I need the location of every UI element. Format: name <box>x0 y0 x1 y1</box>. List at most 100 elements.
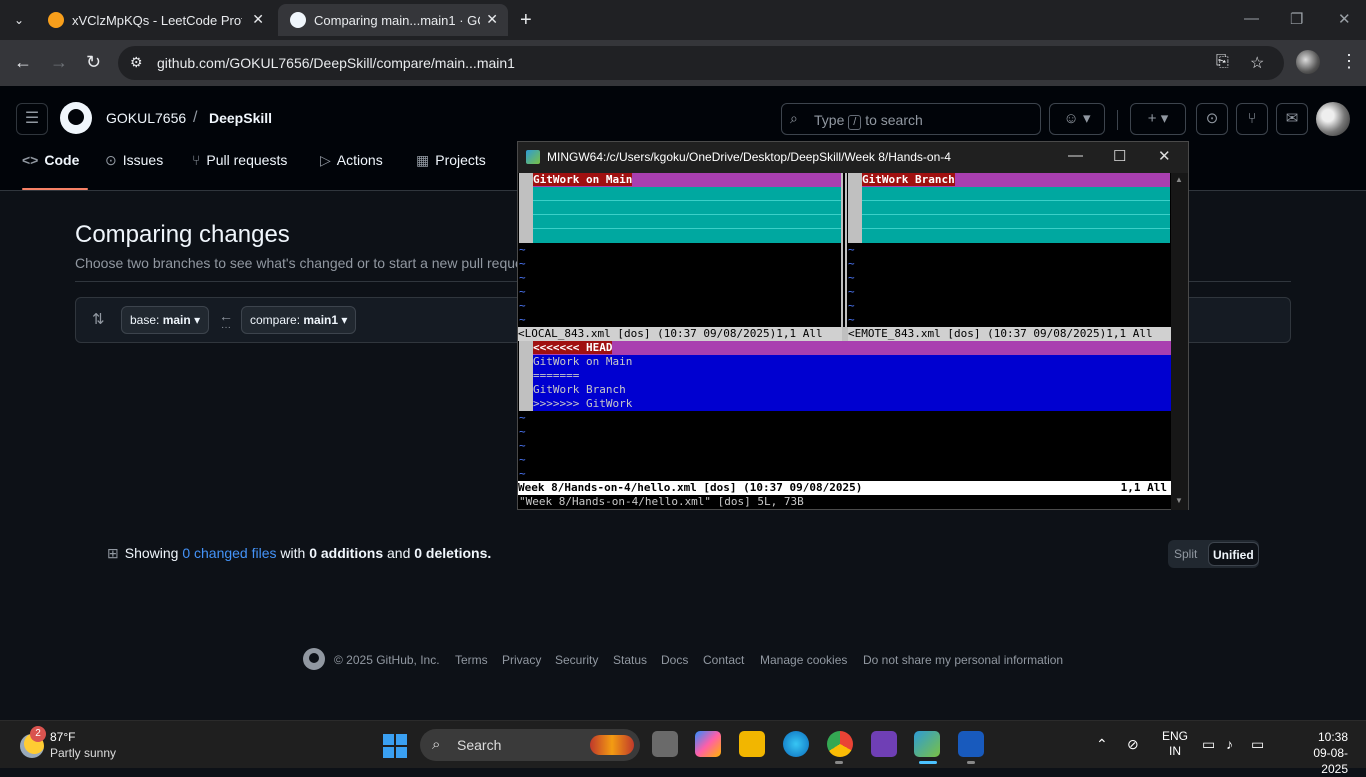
restore-icon[interactable]: ❐ <box>1290 10 1303 28</box>
empty-line-marker: ~ <box>519 439 526 452</box>
remote-diff-block <box>862 187 1170 243</box>
back-icon[interactable]: ← <box>14 52 32 73</box>
display-icon[interactable]: ▭ <box>1202 736 1215 753</box>
git-bash-taskbar-icon[interactable] <box>914 731 940 757</box>
terminal-maximize-icon[interactable]: ☐ <box>1113 147 1126 165</box>
footer-link-status[interactable]: Status <box>613 653 647 667</box>
notification-badge: 2 <box>30 726 46 742</box>
vimdiff-screen[interactable]: GitWork on Main GitWork Branch ~ ~ ~ ~ ~… <box>518 173 1171 510</box>
empty-line-marker: ~ <box>519 313 526 326</box>
tab-search-chevron-icon[interactable]: ⌄ <box>6 7 32 33</box>
volume-icon[interactable]: ♪ <box>1226 736 1233 752</box>
hamburger-menu-icon[interactable]: ☰ <box>16 103 48 135</box>
page-title: Comparing changes <box>75 221 290 248</box>
header-divider <box>1117 110 1118 130</box>
taskbar-search[interactable]: ⌕ Search <box>420 729 640 761</box>
tab-close-icon[interactable]: ✕ <box>252 11 264 28</box>
tab-close-icon[interactable]: ✕ <box>486 11 498 28</box>
terminal-minimize-icon[interactable]: — <box>1068 147 1083 164</box>
tab-github-compare[interactable]: Comparing main...main1 · GOKUL7656/DeepS… <box>278 4 508 36</box>
browser-profile-avatar[interactable] <box>1296 50 1320 74</box>
weather-condition: Partly sunny <box>50 746 117 760</box>
footer-link-do-not-share[interactable]: Do not share my personal information <box>863 653 1063 667</box>
compare-switch-icon[interactable]: ⇅ <box>92 310 105 328</box>
language-indicator[interactable]: ENG IN <box>1162 729 1188 759</box>
search-input[interactable]: ⌕ Type / to search <box>781 103 1041 135</box>
footer-link-docs[interactable]: Docs <box>661 653 688 667</box>
edge-icon[interactable] <box>783 731 809 757</box>
git-bash-active-indicator <box>919 761 937 764</box>
taskbar-search-label: Search <box>457 737 502 753</box>
tab-code[interactable]: <> Code <box>22 152 88 190</box>
network-off-icon[interactable]: ⊘ <box>1127 736 1139 753</box>
url-text[interactable]: github.com/GOKUL7656/DeepSkill/compare/m… <box>157 55 515 71</box>
search-placeholder: Type / to search <box>814 112 923 130</box>
new-tab-icon[interactable]: + <box>520 9 532 32</box>
footer-link-contact[interactable]: Contact <box>703 653 744 667</box>
tab-issues[interactable]: ⊙ Issues <box>105 152 163 190</box>
create-new-button[interactable]: + ▾ <box>1130 103 1186 135</box>
tab-leetcode[interactable]: xVClzMpKQs - LeetCode Profile ✕ <box>36 4 274 36</box>
scroll-up-icon[interactable]: ▲ <box>1175 175 1183 184</box>
task-view-icon[interactable] <box>652 731 678 757</box>
diff-view-toggle: Split Unified <box>1168 540 1259 568</box>
bookmark-star-icon[interactable]: ☆ <box>1250 53 1264 73</box>
tab-pull-requests[interactable]: ⑂ Pull requests <box>192 152 287 190</box>
terminal-window[interactable]: MINGW64:/c/Users/kgoku/OneDrive/Desktop/… <box>517 141 1189 510</box>
github-footer-logo-icon[interactable] <box>303 648 325 670</box>
terminal-titlebar[interactable]: MINGW64:/c/Users/kgoku/OneDrive/Desktop/… <box>518 142 1188 173</box>
footer-link-security[interactable]: Security <box>555 653 598 667</box>
github-favicon-icon <box>290 12 306 28</box>
show-hidden-icons-chevron-icon[interactable]: ⌃ <box>1096 736 1108 753</box>
browser-menu-icon[interactable]: ⋮ <box>1340 51 1358 72</box>
chrome-icon[interactable] <box>827 731 853 757</box>
fold-column <box>848 173 862 243</box>
empty-line-marker: ~ <box>519 285 526 298</box>
forward-icon[interactable]: → <box>50 52 68 73</box>
inbox-button[interactable]: ✉ <box>1276 103 1308 135</box>
tab-title: Comparing main...main1 · GOKUL7656/DeepS… <box>314 13 480 28</box>
user-avatar[interactable] <box>1316 102 1350 136</box>
unified-view-button[interactable]: Unified <box>1208 542 1259 566</box>
footer-link-manage-cookies[interactable]: Manage cookies <box>760 653 847 667</box>
battery-icon[interactable]: ▭ <box>1251 736 1264 753</box>
compare-branch-select[interactable]: compare: main1 ▾ <box>241 306 357 334</box>
footer-copyright: © 2025 GitHub, Inc. <box>334 653 440 667</box>
split-view-button[interactable]: Split <box>1174 547 1197 561</box>
site-info-icon[interactable]: ⚙ <box>130 54 143 71</box>
file-explorer-icon[interactable] <box>739 731 765 757</box>
minimize-icon[interactable]: — <box>1244 10 1259 27</box>
word-icon[interactable] <box>958 731 984 757</box>
visual-studio-icon[interactable] <box>871 731 897 757</box>
address-bar[interactable]: ⚙ github.com/GOKUL7656/DeepSkill/compare… <box>118 46 1284 80</box>
scroll-down-icon[interactable]: ▼ <box>1175 496 1183 505</box>
copilot-button[interactable]: ☺ ▾ <box>1049 103 1105 135</box>
base-branch-select[interactable]: base: main ▾ <box>121 306 210 334</box>
word-running-indicator <box>967 761 975 764</box>
browser-toolbar: ← → ↻ ⚙ github.com/GOKUL7656/DeepSkill/c… <box>0 40 1366 86</box>
changed-files-link[interactable]: 0 changed files <box>182 545 276 561</box>
terminal-scrollbar[interactable]: ▲ ▼ <box>1171 173 1188 510</box>
close-window-icon[interactable]: ✕ <box>1338 10 1351 28</box>
footer-link-privacy[interactable]: Privacy <box>502 653 541 667</box>
github-logo-icon[interactable] <box>60 102 92 134</box>
copilot-app-icon[interactable] <box>695 731 721 757</box>
install-app-icon[interactable]: ⎘ <box>1216 53 1229 71</box>
command-line-message: "Week 8/Hands-on-4/hello.xml" [dos] 5L, … <box>519 495 804 508</box>
issues-button[interactable]: ⊙ <box>1196 103 1228 135</box>
repo-name-link[interactable]: DeepSkill <box>209 110 272 126</box>
caret-down-icon: ▾ <box>194 313 201 327</box>
file-diff-icon: ⊞ <box>107 545 119 561</box>
diff-line <box>862 200 1170 201</box>
local-pane-header: GitWork on Main <box>533 173 841 187</box>
windows-taskbar: 2 87°F Partly sunny ⌕ Search ⌃ ⊘ ENG IN ▭… <box>0 720 1366 776</box>
pull-requests-button[interactable]: ⑂ <box>1236 103 1268 135</box>
reload-icon[interactable]: ↻ <box>86 52 101 73</box>
repo-owner-link[interactable]: GOKUL7656 <box>106 110 186 126</box>
system-clock[interactable]: 10:38 09-08-2025 <box>1300 729 1348 777</box>
footer-link-terms[interactable]: Terms <box>455 653 488 667</box>
terminal-close-icon[interactable]: ✕ <box>1158 147 1171 165</box>
start-button[interactable] <box>383 734 407 758</box>
tab-projects[interactable]: ▦ Projects <box>416 152 486 190</box>
tab-actions[interactable]: ▷ Actions <box>320 152 383 190</box>
